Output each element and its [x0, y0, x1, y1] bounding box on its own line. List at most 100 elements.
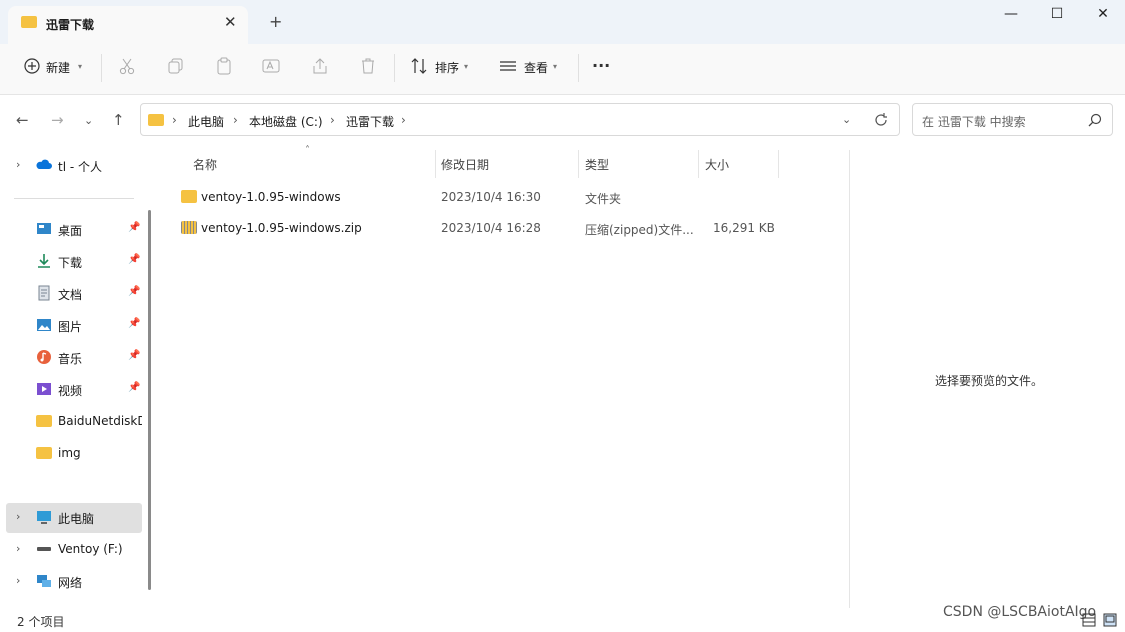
sidebar-item-label: BaiduNetdiskD: [58, 414, 142, 428]
status-item-count: 2 个项目: [17, 615, 65, 629]
folder-icon: [36, 447, 52, 459]
tab-downloads[interactable]: [8, 6, 248, 44]
video-icon: [37, 383, 51, 395]
close-button[interactable]: ✕: [1087, 6, 1119, 26]
column-divider[interactable]: [698, 150, 699, 178]
share-icon[interactable]: [311, 57, 329, 75]
sidebar-item-desktop[interactable]: 桌面 📌: [14, 216, 142, 244]
sort-label: 排序: [435, 61, 460, 75]
breadcrumb-separator-icon: ›: [401, 113, 406, 127]
file-name: ventoy-1.0.95-windows.zip: [201, 221, 362, 235]
sidebar-item-img[interactable]: img: [14, 440, 142, 468]
new-button[interactable]: 新建 ▾: [22, 56, 88, 78]
breadcrumb-local-disk[interactable]: 本地磁盘 (C:): [249, 113, 323, 130]
minimize-button[interactable]: —: [995, 6, 1027, 26]
cloud-icon: [36, 159, 52, 169]
column-header-date[interactable]: 修改日期: [441, 156, 489, 173]
sidebar-item-label: 此电脑: [58, 512, 95, 526]
pin-icon: 📌: [128, 254, 141, 265]
breadcrumb-separator-icon: ›: [330, 113, 335, 127]
sidebar-item-baidunetdisk[interactable]: BaiduNetdiskD: [14, 408, 142, 436]
sort-icon: [411, 58, 427, 74]
maximize-button[interactable]: ☐: [1041, 6, 1073, 26]
breadcrumb-separator-icon: ›: [172, 113, 177, 127]
tab-close-icon[interactable]: ✕: [224, 13, 237, 31]
sidebar-scrollbar[interactable]: [148, 210, 151, 590]
up-arrow-icon[interactable]: ↑: [112, 111, 125, 129]
pin-icon: 📌: [128, 350, 141, 361]
sidebar-item-ventoy[interactable]: › Ventoy (F:): [14, 536, 142, 564]
column-header-size[interactable]: 大小: [705, 156, 729, 173]
chevron-right-icon: ›: [16, 510, 21, 523]
preview-message: 选择要预览的文件。: [935, 374, 1044, 388]
tiles-view-icon[interactable]: [1103, 613, 1117, 627]
network-icon: [37, 575, 51, 587]
sidebar-item-documents[interactable]: 文档 📌: [14, 280, 142, 308]
sidebar-item-label: 图片: [58, 320, 83, 334]
sidebar-item-label: tl - 个人: [58, 160, 102, 174]
toolbar-divider: [394, 54, 395, 82]
back-arrow-icon[interactable]: ←: [16, 111, 29, 129]
computer-icon: [37, 511, 51, 524]
column-header-type[interactable]: 类型: [585, 156, 609, 173]
folder-icon: [181, 190, 197, 203]
pin-icon: 📌: [128, 286, 141, 297]
desktop-icon: [37, 223, 51, 234]
sidebar-item-onedrive[interactable]: › tl - 个人: [14, 152, 142, 180]
toolbar-divider: [101, 54, 102, 82]
folder-icon: [21, 16, 37, 28]
sidebar-item-label: 桌面: [58, 224, 83, 238]
file-name: ventoy-1.0.95-windows: [201, 190, 341, 204]
sort-ascending-icon: ˄: [305, 145, 310, 156]
file-date: 2023/10/4 16:30: [441, 190, 541, 204]
copy-icon[interactable]: [167, 57, 185, 75]
sidebar-item-downloads[interactable]: 下载 📌: [14, 248, 142, 276]
delete-icon[interactable]: [359, 57, 377, 75]
plus-circle-icon: [24, 58, 40, 74]
cut-icon[interactable]: [118, 57, 136, 75]
forward-arrow-icon[interactable]: →: [51, 111, 64, 129]
breadcrumb-downloads[interactable]: 迅雷下载: [346, 113, 394, 130]
pin-icon: 📌: [128, 318, 141, 329]
breadcrumb-this-pc[interactable]: 此电脑: [188, 113, 224, 130]
sidebar-item-label: 文档: [58, 288, 83, 302]
paste-icon[interactable]: [215, 57, 233, 75]
address-history-chevron-icon[interactable]: ⌄: [842, 113, 851, 126]
column-divider[interactable]: [578, 150, 579, 178]
rename-icon[interactable]: [262, 57, 280, 75]
recent-chevron-icon[interactable]: ⌄: [84, 114, 93, 127]
file-row[interactable]: ventoy-1.0.95-windows.zip 2023/10/4 16:2…: [172, 214, 832, 242]
pin-icon: 📌: [128, 222, 141, 233]
sidebar-item-this-pc[interactable]: › 此电脑: [6, 503, 142, 533]
search-input[interactable]: 在 迅雷下载 中搜索: [912, 103, 1113, 136]
more-options-button[interactable]: ···: [592, 56, 610, 75]
sidebar-divider: [14, 198, 134, 199]
sidebar-item-videos[interactable]: 视频 📌: [14, 376, 142, 404]
document-icon: [38, 285, 50, 301]
view-label: 查看: [524, 61, 549, 75]
search-icon[interactable]: [1088, 113, 1102, 127]
sidebar-item-pictures[interactable]: 图片 📌: [14, 312, 142, 340]
file-row[interactable]: ventoy-1.0.95-windows 2023/10/4 16:30 文件…: [172, 183, 832, 211]
chevron-right-icon: ›: [16, 158, 21, 171]
download-icon: [38, 254, 50, 268]
chevron-down-icon: ▾: [553, 62, 558, 71]
zip-folder-icon: [181, 221, 197, 234]
pictures-icon: [37, 319, 51, 331]
breadcrumb-separator-icon: ›: [233, 113, 238, 127]
details-view-icon[interactable]: [1082, 613, 1096, 627]
file-type: 文件夹: [585, 192, 622, 206]
column-divider[interactable]: [778, 150, 779, 178]
refresh-icon[interactable]: [874, 113, 888, 127]
preview-divider[interactable]: [849, 150, 850, 608]
column-header-name[interactable]: 名称: [193, 156, 217, 173]
view-button[interactable]: 查看 ▾: [497, 56, 563, 78]
sidebar-item-label: 视频: [58, 384, 83, 398]
sidebar-item-music[interactable]: 音乐 📌: [14, 344, 142, 372]
file-type: 压缩(zipped)文件...: [585, 223, 694, 237]
new-tab-button[interactable]: +: [269, 12, 282, 31]
sidebar-item-label: 音乐: [58, 352, 83, 366]
sidebar-item-network[interactable]: › 网络: [14, 568, 142, 596]
column-divider[interactable]: [435, 150, 436, 178]
sort-button[interactable]: 排序 ▾: [408, 56, 474, 78]
